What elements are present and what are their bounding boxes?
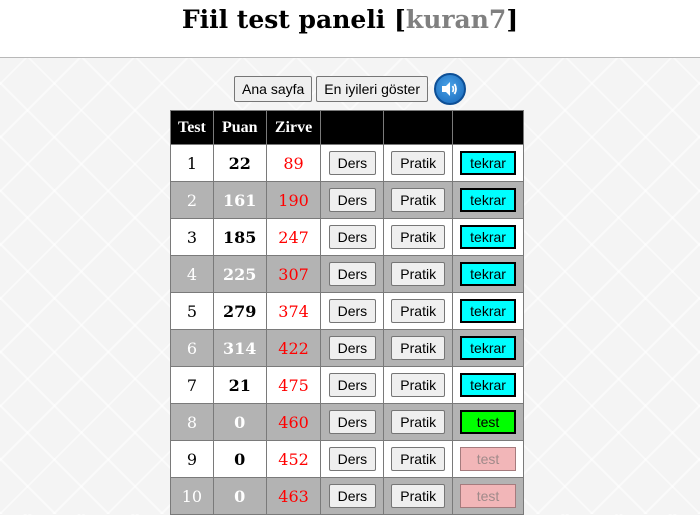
repeat-button[interactable]: tekrar [460,151,517,175]
table-row: 6 314 422 Ders Pratik tekrar [170,329,524,367]
practice-button[interactable]: Pratik [391,484,446,508]
practice-button[interactable]: Pratik [391,410,446,434]
test-number: 4 [170,255,214,293]
toolbar: Ana sayfa En iyileri göster [0,73,700,105]
lesson-button[interactable]: Ders [328,373,377,397]
show-best-button[interactable]: En iyileri göster [316,76,428,102]
page-header: Fiil test paneli [kuran7] [0,0,700,58]
lesson-button[interactable]: Ders [328,151,377,175]
repeat-button[interactable]: tekrar [460,262,517,286]
lesson-button[interactable]: Ders [328,299,377,323]
lesson-button[interactable]: Ders [328,336,377,360]
score: 0 [212,477,267,515]
title-bracket-close: ] [506,5,519,34]
test-number: 5 [170,292,214,330]
col-test: Test [170,110,214,145]
peak-score: 452 [265,440,322,478]
score: 0 [212,403,267,441]
peak-score: 190 [265,181,322,219]
col-pratik [383,110,454,145]
peak-score: 422 [265,329,322,367]
table-row: 3 185 247 Ders Pratik tekrar [170,218,524,256]
col-action [452,110,524,145]
table-row: 10 0 463 Ders Pratik test [170,477,524,515]
practice-button[interactable]: Pratik [391,299,446,323]
lesson-button[interactable]: Ders [328,447,377,471]
start-test-button[interactable]: test [460,410,517,434]
practice-button[interactable]: Pratik [391,225,446,249]
practice-button[interactable]: Pratik [391,151,446,175]
score: 21 [212,366,267,404]
practice-button[interactable]: Pratik [391,447,446,471]
title-bracket-open: [ [394,5,406,34]
test-number: 3 [170,218,214,256]
practice-button[interactable]: Pratik [391,188,446,212]
test-number: 7 [170,366,214,404]
test-number: 1 [170,144,214,182]
repeat-button[interactable]: tekrar [460,336,517,360]
score: 314 [212,329,267,367]
disabled-test-button: test [460,484,517,508]
practice-button[interactable]: Pratik [391,373,446,397]
score: 161 [212,181,267,219]
peak-score: 475 [265,366,322,404]
score: 279 [212,292,267,330]
lesson-button[interactable]: Ders [328,262,377,286]
table-row: 7 21 475 Ders Pratik tekrar [170,366,524,404]
score: 22 [212,144,267,182]
repeat-button[interactable]: tekrar [460,188,517,212]
test-number: 8 [170,403,214,441]
speaker-icon[interactable] [433,73,466,105]
col-ders [320,110,385,145]
practice-button[interactable]: Pratik [391,262,446,286]
home-button[interactable]: Ana sayfa [234,76,313,102]
table-row: 5 279 374 Ders Pratik tekrar [170,292,524,330]
test-number: 10 [170,477,214,515]
disabled-test-button: test [460,447,517,471]
peak-score: 463 [265,477,322,515]
test-number: 2 [170,181,214,219]
score: 185 [212,218,267,256]
col-zirve: Zirve [265,110,322,145]
peak-score: 89 [265,144,322,182]
lesson-button[interactable]: Ders [328,484,377,508]
lesson-button[interactable]: Ders [328,225,377,249]
practice-button[interactable]: Pratik [391,336,446,360]
test-table: Test Puan Zirve 1 22 89 Ders Pratik tekr… [170,110,524,515]
peak-score: 460 [265,403,322,441]
col-puan: Puan [212,110,267,145]
repeat-button[interactable]: tekrar [460,373,517,397]
speaker-glyph [441,82,457,96]
test-number: 9 [170,440,214,478]
table-row: 1 22 89 Ders Pratik tekrar [170,144,524,182]
table-row: 9 0 452 Ders Pratik test [170,440,524,478]
table-row: 2 161 190 Ders Pratik tekrar [170,181,524,219]
test-number: 6 [170,329,214,367]
repeat-button[interactable]: tekrar [460,299,517,323]
table-row: 4 225 307 Ders Pratik tekrar [170,255,524,293]
score: 225 [212,255,267,293]
lesson-button[interactable]: Ders [328,410,377,434]
lesson-button[interactable]: Ders [328,188,377,212]
peak-score: 307 [265,255,322,293]
title-text: Fiil test paneli [181,5,386,34]
table-row: 8 0 460 Ders Pratik test [170,403,524,441]
score: 0 [212,440,267,478]
peak-score: 374 [265,292,322,330]
repeat-button[interactable]: tekrar [460,225,517,249]
page-title: Fiil test paneli [kuran7] [0,0,700,34]
peak-score: 247 [265,218,322,256]
username: kuran7 [405,5,507,34]
table-header-row: Test Puan Zirve [170,110,524,145]
